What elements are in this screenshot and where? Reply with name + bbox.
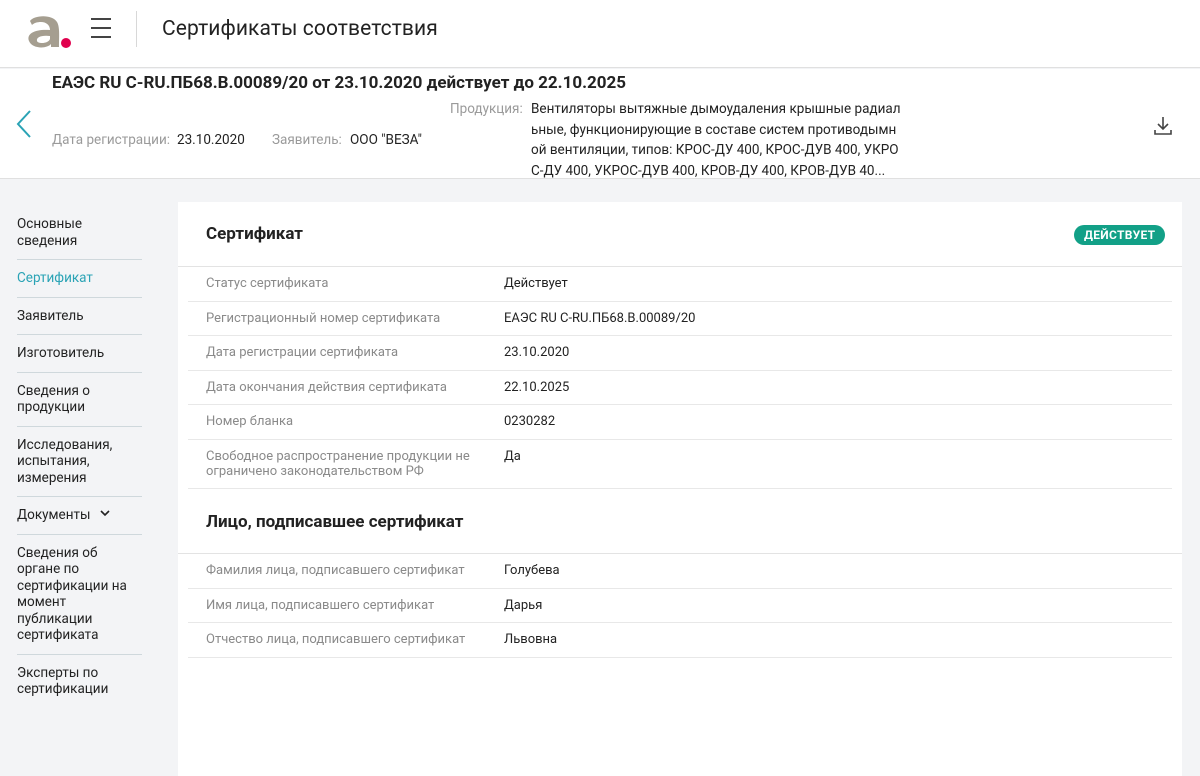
certificate-heading: Сертификат: [206, 224, 303, 244]
table-row: Статус сертификата Действует: [188, 267, 1172, 302]
certificate-title: ЕАЭС RU C-RU.ПБ68.В.00089/20 от 23.10.20…: [52, 73, 627, 93]
row-label: Дата регистрации сертификата: [206, 345, 399, 360]
table-row: Дата регистрации сертификата 23.10.2020: [188, 336, 1172, 371]
page-title: Сертификаты соответствия: [162, 17, 438, 41]
row-label: Имя лица, подписавшего сертификат: [206, 597, 435, 613]
row-label: Свободное распространение продукции не о…: [206, 448, 470, 480]
sidebar-nav: Основные сведения Сертификат Заявитель И…: [17, 206, 142, 708]
menu-icon[interactable]: [91, 18, 113, 40]
signer-details-table: Фамилия лица, подписавшего сертификат Го…: [188, 554, 1172, 658]
table-row: Регистрационный номер сертификата ЕАЭС R…: [188, 302, 1172, 336]
table-row: Фамилия лица, подписавшего сертификат Го…: [188, 554, 1172, 589]
sidebar-item-experts[interactable]: Эксперты по сертификации: [17, 655, 142, 708]
table-row: Отчество лица, подписавшего сертификат Л…: [188, 623, 1172, 658]
row-value: ЕАЭС RU C-RU.ПБ68.В.00089/20: [504, 310, 696, 326]
sidebar-item-documents[interactable]: Документы: [17, 497, 142, 535]
sidebar-item-main-info[interactable]: Основные сведения: [17, 206, 142, 260]
header-divider: [136, 11, 137, 47]
row-value: Действует: [504, 276, 568, 291]
table-row: Дата окончания действия сертификата 22.1…: [188, 371, 1172, 405]
table-row: Номер бланка 0230282: [188, 405, 1172, 440]
back-arrow-icon[interactable]: [12, 107, 36, 141]
product-label: Продукция:: [450, 101, 523, 117]
row-label: Регистрационный номер сертификата: [206, 310, 441, 326]
sidebar-item-applicant[interactable]: Заявитель: [17, 298, 142, 335]
row-value: Львовна: [504, 632, 558, 647]
certificate-card: Сертификат ДЕЙСТВУЕТ Статус сертификата …: [178, 202, 1182, 776]
applicant-label: Заявитель:: [272, 132, 342, 148]
row-value: 0230282: [504, 414, 556, 429]
applicant-value: ООО "ВЕЗА": [350, 132, 422, 148]
sidebar-item-certificate[interactable]: Сертификат: [17, 260, 142, 298]
chevron-down-icon: [100, 510, 110, 517]
reg-date-label: Дата регистрации:: [52, 132, 171, 148]
sidebar-item-tests[interactable]: Исследования, испытания, измерения: [17, 427, 142, 497]
row-value: Голубева: [504, 563, 560, 578]
table-row: Свободное распространение продукции не о…: [188, 440, 1172, 489]
row-value: 23.10.2020: [504, 345, 570, 360]
row-label: Фамилия лица, подписавшего сертификат: [206, 563, 465, 578]
sidebar-item-certification-body[interactable]: Сведения об органе по сертификации на мо…: [17, 535, 142, 655]
sidebar-item-product-info[interactable]: Сведения о продукции: [17, 373, 142, 427]
table-row: Имя лица, подписавшего сертификат Дарья: [188, 589, 1172, 623]
brand-logo[interactable]: [26, 13, 72, 49]
status-badge: ДЕЙСТВУЕТ: [1074, 225, 1166, 245]
certificate-details-table: Статус сертификата Действует Регистрацио…: [188, 267, 1172, 489]
reg-date-value: 23.10.2020: [177, 132, 245, 148]
product-value: Вентиляторы вытяжные дымоудаления крышны…: [531, 101, 901, 179]
row-value: 22.10.2025: [504, 379, 570, 395]
row-value: Дарья: [504, 597, 543, 613]
sidebar-item-manufacturer[interactable]: Изготовитель: [17, 335, 142, 373]
download-icon[interactable]: [1152, 114, 1174, 138]
row-label: Номер бланка: [206, 414, 294, 429]
certificate-summary: ЕАЭС RU C-RU.ПБ68.В.00089/20 от 23.10.20…: [0, 69, 1200, 179]
row-value: Да: [504, 448, 521, 464]
top-bar: Сертификаты соответствия: [0, 0, 1200, 68]
row-label: Отчество лица, подписавшего сертификат: [206, 632, 466, 647]
row-label: Статус сертификата: [206, 276, 329, 291]
sidebar-item-documents-label: Документы: [17, 507, 91, 523]
row-label: Дата окончания действия сертификата: [206, 379, 447, 395]
signer-heading: Лицо, подписавшее сертификат: [206, 512, 464, 532]
